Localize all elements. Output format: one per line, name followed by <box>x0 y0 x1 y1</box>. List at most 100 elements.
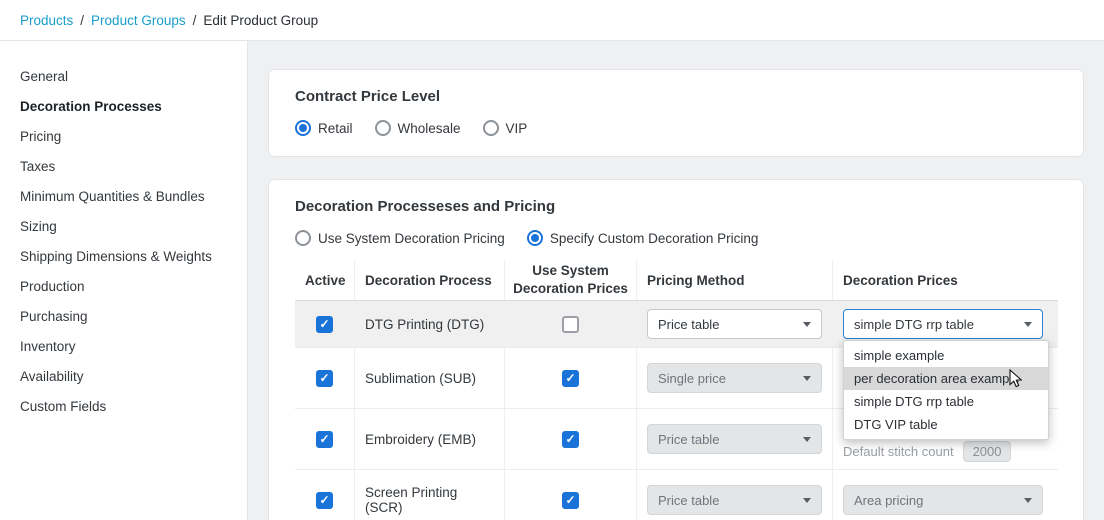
use-system-prices-checkbox[interactable]: ✓ <box>562 430 579 448</box>
table-row-dtg-printing: ✓ DTG Printing (DTG) Price table simple … <box>295 301 1058 440</box>
dropdown-option-label: per decoration area example <box>854 371 1020 386</box>
sidebar-item-decoration-processes[interactable]: Decoration Processes <box>0 92 247 122</box>
use-system-prices-checkbox[interactable] <box>562 315 579 333</box>
check-icon: ✓ <box>319 493 330 507</box>
sidebar-item-pricing[interactable]: Pricing <box>0 122 247 152</box>
radio-label: Use System Decoration Pricing <box>318 230 505 246</box>
active-checkbox[interactable]: ✓ <box>316 430 333 448</box>
column-header-use-system-decoration-prices: Use System Decoration Prices <box>505 260 637 300</box>
decoration-processes-pricing-card: Decoration Processeses and Pricing Use S… <box>268 179 1084 520</box>
breadcrumb-link-product-groups[interactable]: Product Groups <box>91 13 186 28</box>
chevron-down-icon <box>1024 321 1032 327</box>
dropdown-option-simple-example[interactable]: simple example <box>844 344 1048 367</box>
radio-use-system-decoration-pricing[interactable]: Use System Decoration Pricing <box>295 230 505 246</box>
table-row-screen-printing: ✓ Screen Printing (SCR) ✓ Price table Ar… <box>295 470 1058 520</box>
breadcrumb-separator: / <box>192 12 197 28</box>
active-checkbox[interactable]: ✓ <box>316 369 333 387</box>
process-name: DTG Printing (DTG) <box>355 301 505 347</box>
page: Products / Product Groups / Edit Product… <box>0 0 1104 520</box>
decoration-prices-dropdown-menu: simple example per decoration area examp… <box>843 340 1049 440</box>
sidebar-item-production[interactable]: Production <box>0 272 247 302</box>
dropdown-option-per-decoration-area-example[interactable]: per decoration area example <box>844 367 1048 390</box>
body-row: General Decoration Processes Pricing Tax… <box>0 41 1104 520</box>
chevron-down-icon <box>803 436 811 442</box>
radio-vip[interactable]: VIP <box>482 120 528 136</box>
radio-label: VIP <box>505 120 528 136</box>
select-value: simple DTG rrp table <box>854 316 974 332</box>
sidebar-item-general[interactable]: General <box>0 62 247 92</box>
sidebar-item-purchasing[interactable]: Purchasing <box>0 302 247 332</box>
decoration-prices-select[interactable]: simple DTG rrp table <box>843 309 1043 339</box>
dropdown-option-label: DTG VIP table <box>854 417 938 432</box>
decoration-pricing-table: Active Decoration Process Use System Dec… <box>295 260 1058 520</box>
pricing-method-select[interactable]: Price table <box>647 309 822 339</box>
select-value: Price table <box>658 492 720 508</box>
decoration-prices-select: Area pricing <box>843 485 1043 515</box>
use-system-prices-checkbox[interactable]: ✓ <box>562 491 579 509</box>
pricing-method-select: Single price <box>647 363 822 393</box>
select-value: Single price <box>658 370 726 386</box>
chevron-down-icon <box>803 497 811 503</box>
breadcrumb: Products / Product Groups / Edit Product… <box>20 13 318 28</box>
column-header-pricing-method: Pricing Method <box>637 260 833 300</box>
sidebar-item-shipping-dimensions-weights[interactable]: Shipping Dimensions & Weights <box>0 242 247 272</box>
column-header-decoration-process: Decoration Process <box>355 260 505 300</box>
decoration-processes-pricing-title: Decoration Processeses and Pricing <box>295 198 556 215</box>
radio-specify-custom-decoration-pricing[interactable]: Specify Custom Decoration Pricing <box>526 230 759 246</box>
default-stitch-count: Default stitch count 2000 <box>843 441 1012 462</box>
contract-price-level-options: Retail Wholesale VIP <box>295 120 1057 136</box>
chevron-down-icon <box>803 375 811 381</box>
select-value: Price table <box>658 431 720 447</box>
chevron-down-icon <box>1024 497 1032 503</box>
breadcrumb-separator: / <box>80 12 85 28</box>
active-checkbox[interactable]: ✓ <box>316 315 333 333</box>
contract-price-level-title: Contract Price Level <box>295 88 441 105</box>
topbar: Products / Product Groups / Edit Product… <box>0 0 1104 41</box>
radio-label: Retail <box>318 120 353 136</box>
mouse-cursor-icon <box>1009 369 1022 388</box>
check-icon: ✓ <box>319 432 330 446</box>
chevron-down-icon <box>803 321 811 327</box>
process-name: Screen Printing (SCR) <box>355 470 505 520</box>
contract-price-level-card: Contract Price Level Retail Wholesale VI… <box>268 69 1084 157</box>
check-icon: ✓ <box>319 317 330 331</box>
dropdown-option-label: simple example <box>854 348 945 363</box>
column-header-decoration-prices: Decoration Prices <box>843 272 958 288</box>
dropdown-option-simple-dtg-rrp-table[interactable]: simple DTG rrp table <box>844 390 1048 413</box>
radio-selected-icon <box>526 230 543 246</box>
check-icon: ✓ <box>319 371 330 385</box>
sidebar-item-custom-fields[interactable]: Custom Fields <box>0 392 247 422</box>
stitch-count-input[interactable]: 2000 <box>962 441 1012 462</box>
dropdown-option-dtg-vip-table[interactable]: DTG VIP table <box>844 413 1048 436</box>
sidebar-item-sizing[interactable]: Sizing <box>0 212 247 242</box>
select-value: Area pricing <box>854 492 924 508</box>
sidebar: General Decoration Processes Pricing Tax… <box>0 41 248 520</box>
sidebar-item-taxes[interactable]: Taxes <box>0 152 247 182</box>
sidebar-item-minimum-quantities-bundles[interactable]: Minimum Quantities & Bundles <box>0 182 247 212</box>
radio-unselected-icon <box>295 230 311 246</box>
check-icon: ✓ <box>565 371 576 385</box>
process-name: Embroidery (EMB) <box>355 409 505 469</box>
sidebar-item-availability[interactable]: Availability <box>0 362 247 392</box>
pricing-method-select: Price table <box>647 424 822 454</box>
stitch-count-label: Default stitch count <box>843 444 954 459</box>
select-value: Price table <box>658 316 720 332</box>
radio-wholesale[interactable]: Wholesale <box>374 120 461 136</box>
breadcrumb-current-page: Edit Product Group <box>203 12 319 28</box>
radio-selected-icon <box>295 120 311 136</box>
radio-retail[interactable]: Retail <box>295 120 353 136</box>
main-content: Contract Price Level Retail Wholesale VI… <box>248 41 1104 520</box>
breadcrumb-link-products[interactable]: Products <box>20 13 73 28</box>
table-header-row: Active Decoration Process Use System Dec… <box>295 260 1058 301</box>
decoration-pricing-mode-options: Use System Decoration Pricing Specify Cu… <box>295 230 1057 246</box>
column-header-active: Active <box>295 260 355 300</box>
radio-label: Wholesale <box>397 120 461 136</box>
check-icon: ✓ <box>565 432 576 446</box>
radio-label: Specify Custom Decoration Pricing <box>549 230 759 246</box>
dropdown-option-label: simple DTG rrp table <box>854 394 974 409</box>
sidebar-item-inventory[interactable]: Inventory <box>0 332 247 362</box>
use-system-prices-checkbox[interactable]: ✓ <box>562 369 579 387</box>
active-checkbox[interactable]: ✓ <box>316 491 333 509</box>
pricing-method-select: Price table <box>647 485 822 515</box>
radio-unselected-icon <box>482 120 499 136</box>
